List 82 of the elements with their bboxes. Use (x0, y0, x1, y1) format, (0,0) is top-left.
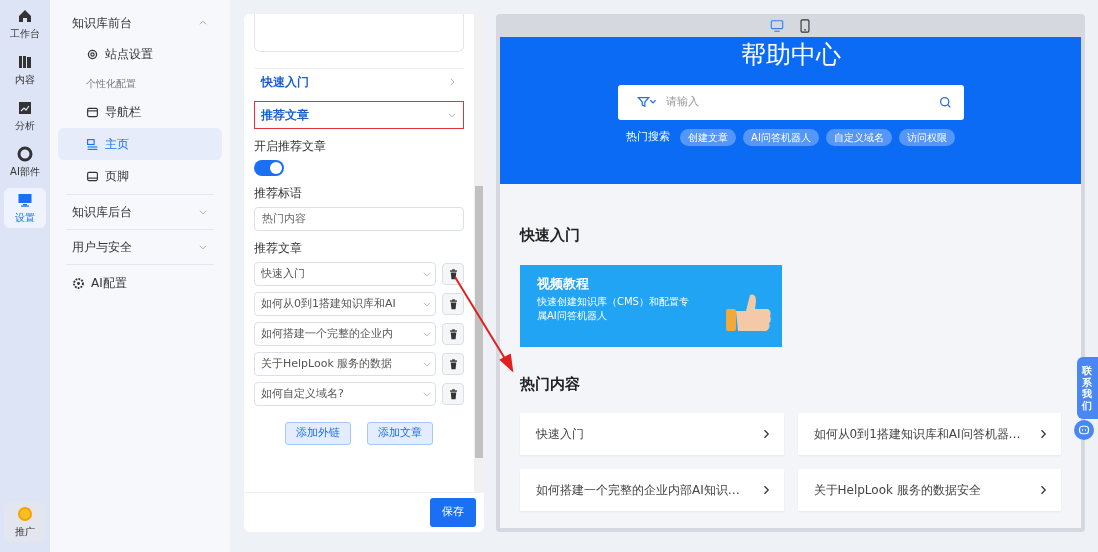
books-icon (17, 53, 33, 70)
select-field[interactable]: 如何从0到1搭建知识库和AI (254, 292, 436, 316)
section-header[interactable]: 快速入门 (254, 68, 464, 96)
add-button[interactable]: 添加文章 (367, 422, 433, 445)
field-label: 推荐文章 (254, 240, 303, 257)
nav-group[interactable]: 用户与安全 (58, 232, 222, 262)
gear-icon (72, 276, 85, 290)
nav-caption: 个性化配置 (85, 76, 137, 91)
scrollbar[interactable] (474, 14, 484, 492)
chevron-icon (422, 359, 432, 369)
rail-tab[interactable]: 推广 (4, 502, 46, 542)
footer-icon (86, 169, 99, 183)
chevron-icon (198, 242, 208, 252)
window-icon (86, 105, 99, 119)
monitor-icon (17, 191, 33, 208)
delete-button[interactable] (442, 263, 464, 285)
chat-button[interactable] (1074, 420, 1094, 440)
filter-icon (635, 96, 658, 108)
trash-icon (447, 298, 459, 310)
section-title: 热门内容 (520, 373, 581, 395)
chevron-icon (198, 207, 208, 217)
trash-icon (447, 388, 459, 400)
article-card[interactable]: 关于HelpLook 服务的数据安全 (797, 469, 1061, 511)
banner-title: 视频教程 (537, 275, 590, 292)
trash-icon (447, 328, 459, 340)
chevron-right-icon (761, 484, 772, 496)
nav-group[interactable]: 知识库后台 (58, 197, 222, 227)
add-button[interactable]: 添加外链 (285, 422, 351, 445)
select-field[interactable]: 如何搭建一个完整的企业内 (254, 322, 436, 346)
article-card[interactable]: 如何搭建一个完整的企业内部AI知识… (520, 469, 784, 511)
section-title: 快速入门 (520, 225, 581, 246)
trash-icon (447, 358, 459, 370)
page-title: 帮助中心 (740, 39, 841, 71)
rail-tab[interactable]: 设置 (4, 188, 46, 228)
select-field[interactable]: 如何自定义域名? (254, 382, 436, 406)
lifebuoy-icon (17, 145, 33, 162)
delete-button[interactable] (442, 383, 464, 405)
desktop-icon[interactable] (769, 18, 784, 33)
delete-button[interactable] (442, 293, 464, 315)
rail-tab[interactable]: 分析 (4, 96, 46, 136)
field-label: 推荐标语 (254, 185, 303, 202)
toggle-switch[interactable] (254, 160, 284, 176)
section-header[interactable]: 推荐文章 (254, 101, 464, 129)
chevron-right-icon (1039, 428, 1049, 440)
coin-icon (17, 505, 33, 522)
chevron-icon (422, 299, 432, 309)
rail-tab[interactable]: AI部件 (4, 142, 46, 182)
nav-item[interactable]: AI配置 (58, 267, 222, 299)
layout-icon (86, 137, 99, 151)
field-label: 开启推荐文章 (254, 138, 327, 155)
article-card[interactable]: 如何从0到1搭建知识库和AI问答机器… (797, 413, 1061, 455)
chevron-icon (198, 18, 208, 28)
delete-button[interactable] (442, 323, 464, 345)
nav-item[interactable]: 页脚 (58, 160, 222, 192)
select-field[interactable]: 关于HelpLook 服务的数据 (254, 352, 436, 376)
nav-item[interactable]: 导航栏 (58, 96, 222, 128)
rail-tab[interactable]: 工作台 (4, 4, 46, 44)
gear-icon (86, 47, 99, 61)
banner-text: 快速创建知识库（CMS）和配置专属AI问答机器人 (537, 295, 690, 324)
article-card[interactable]: 快速入门 (520, 413, 784, 455)
phone-icon[interactable] (797, 18, 812, 33)
chevron-right-icon (761, 428, 772, 440)
chart-icon (17, 99, 33, 116)
chevron-icon (447, 110, 457, 120)
chat-icon (1078, 424, 1090, 436)
select-field[interactable]: 快速入门 (254, 262, 436, 286)
trash-icon (447, 268, 459, 280)
home-icon (17, 7, 33, 24)
chevron-icon (422, 269, 432, 279)
rail-tab[interactable]: 内容 (4, 50, 46, 90)
search-icon (938, 95, 952, 109)
nav-item[interactable]: 主页 (58, 128, 222, 160)
nav-item[interactable]: 站点设置 (58, 38, 222, 70)
chevron-icon (422, 389, 432, 399)
input-field[interactable]: 热门内容 (254, 207, 464, 231)
hot-search-label: 热门搜索 (626, 128, 671, 145)
chevron-icon (447, 77, 457, 87)
delete-button[interactable] (442, 353, 464, 375)
chevron-icon (422, 329, 432, 339)
nav-group[interactable]: 知识库前台 (58, 8, 222, 38)
save-button[interactable]: 保存 (430, 498, 476, 527)
chevron-right-icon (1039, 484, 1049, 496)
